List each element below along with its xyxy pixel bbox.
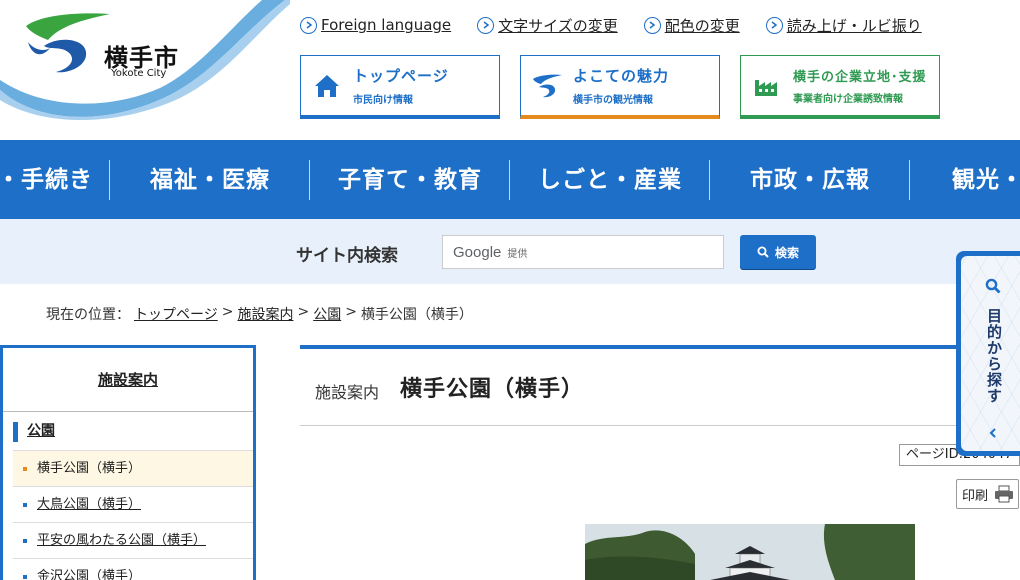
house-icon <box>301 73 353 99</box>
sidebar-item-label: 平安の風わたる公園（横手） <box>37 533 207 548</box>
breadcrumb-prefix: 現在の位置： <box>46 307 130 323</box>
nav-item-childcare[interactable]: 子育て・教育 <box>310 160 510 200</box>
breadcrumb-current: 横手公園（横手） <box>360 307 473 323</box>
sidebar: 施設案内 公園 横手公園（横手） 大鳥公園（横手） 平安の風わたる公園（横手） … <box>0 345 256 580</box>
printer-icon <box>995 485 1014 503</box>
banner-title: 横手の企業立地･支援 <box>793 70 927 85</box>
chevron-circle-icon <box>477 16 495 34</box>
header-banners: トップページ 市民向け情報 よこての魅力 横手市の観光情報 横手の企業立地･支援… <box>300 55 940 119</box>
breadcrumb-separator: > <box>221 304 234 320</box>
page-category: 施設案内 <box>315 383 380 402</box>
nav-item-government[interactable]: 市政・広報 <box>710 160 910 200</box>
find-by-purpose-tab[interactable]: 目的から探す <box>956 251 1020 456</box>
font-size-link[interactable]: 文字サイズの変更 <box>477 14 618 36</box>
banner-subtitle: 横手市の観光情報 <box>573 95 653 106</box>
sidebar-item-label: 横手公園（横手） <box>37 461 142 476</box>
site-search-bar: サイト内検索 Google 提供 検索 <box>0 219 1020 284</box>
sidebar-item-label: 大鳥公園（横手） <box>37 497 142 512</box>
search-button-label: 検索 <box>774 245 799 260</box>
nav-item-tourism[interactable]: 観光・ <box>952 160 1020 200</box>
breadcrumb-link-parks[interactable]: 公園 <box>313 304 341 324</box>
banner-attractions[interactable]: よこての魅力 横手市の観光情報 <box>520 55 720 119</box>
util-link-label: 配色の変更 <box>664 16 740 35</box>
banner-business[interactable]: 横手の企業立地･支援 事業者向け企業誘致情報 <box>740 55 940 119</box>
nav-item-procedures[interactable]: ・手続き <box>0 160 100 200</box>
bullet-icon <box>23 467 27 471</box>
breadcrumb-separator: > <box>297 304 310 320</box>
util-link-label: 文字サイズの変更 <box>498 16 618 35</box>
page-title: 横手公園（横手） <box>400 377 585 402</box>
banner-title: よこての魅力 <box>573 67 670 85</box>
chevron-circle-icon <box>643 16 661 34</box>
breadcrumb-separator: > <box>345 304 357 320</box>
util-link-label: 読み上げ・ルビ振り <box>786 16 922 35</box>
chevron-circle-icon <box>765 16 783 34</box>
park-photo <box>585 524 915 580</box>
google-logo: Google <box>453 243 502 261</box>
search-icon <box>757 246 769 258</box>
sidebar-subheading[interactable]: 公園 <box>13 412 253 450</box>
bullet-icon <box>23 503 27 507</box>
chevron-circle-icon <box>300 16 317 34</box>
nav-item-welfare[interactable]: 福祉・医療 <box>110 160 310 200</box>
global-nav: ・手続き 福祉・医療 子育て・教育 しごと・産業 市政・広報 観光・ <box>0 140 1020 219</box>
read-aloud-link[interactable]: 読み上げ・ルビ振り <box>765 14 922 36</box>
util-link-label: Foreign language <box>321 16 452 34</box>
print-button[interactable]: 印刷 <box>956 479 1019 509</box>
factory-icon <box>741 74 793 98</box>
sidebar-item-yokote-park[interactable]: 横手公園（横手） <box>13 450 253 486</box>
search-input[interactable]: Google 提供 <box>442 235 724 269</box>
nav-divider <box>909 160 910 200</box>
breadcrumb-link-top[interactable]: トップページ <box>134 304 218 324</box>
city-logo-icon <box>521 74 573 98</box>
bullet-icon <box>23 575 27 579</box>
banner-subtitle: 市民向け情報 <box>353 95 413 106</box>
city-logo-icon[interactable] <box>22 12 112 80</box>
sidebar-item-ootori-park[interactable]: 大鳥公園（横手） <box>13 486 253 522</box>
chevron-left-icon <box>989 428 996 438</box>
foreign-language-link[interactable]: Foreign language <box>300 14 451 36</box>
utility-links: Foreign language 文字サイズの変更 配色の変更 読み上げ・ルビ振… <box>300 14 922 36</box>
search-label: サイト内検索 <box>296 246 398 266</box>
google-provided-label: 提供 <box>507 248 528 260</box>
breadcrumb-link-facilities[interactable]: 施設案内 <box>237 304 293 324</box>
bullet-icon <box>23 539 27 543</box>
banner-top-page[interactable]: トップページ 市民向け情報 <box>300 55 500 119</box>
find-by-purpose-panel: 目的から探す <box>961 256 1020 451</box>
search-button[interactable]: 検索 <box>740 235 816 269</box>
color-scheme-link[interactable]: 配色の変更 <box>643 14 740 36</box>
sidebar-title[interactable]: 施設案内 <box>3 348 253 412</box>
search-icon <box>985 278 1001 294</box>
banner-subtitle: 事業者向け企業誘致情報 <box>793 94 903 105</box>
main-heading: 施設案内 横手公園（横手） <box>300 349 960 426</box>
sidebar-item-heian-park[interactable]: 平安の風わたる公園（横手） <box>13 522 253 558</box>
nav-item-work[interactable]: しごと・産業 <box>510 160 710 200</box>
print-label: 印刷 <box>962 488 989 504</box>
breadcrumb: 現在の位置： トップページ > 施設案内 > 公園 > 横手公園（横手） <box>46 304 473 324</box>
sidebar-item-label: 金沢公園（横手） <box>37 569 142 580</box>
banner-title: トップページ <box>353 67 449 85</box>
site-name-en: Yokote City <box>111 68 167 79</box>
site-header: 横手市 Yokote City Foreign language 文字サイズの変… <box>0 0 1020 140</box>
find-by-purpose-label: 目的から探す <box>985 308 1003 404</box>
sidebar-item-kanazawa-park[interactable]: 金沢公園（横手） <box>13 558 253 580</box>
